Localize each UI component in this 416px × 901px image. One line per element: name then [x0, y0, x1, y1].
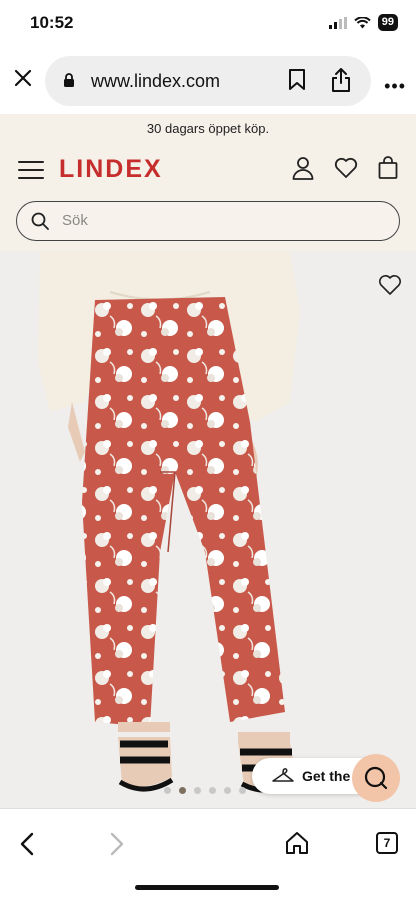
search-icon: [31, 212, 49, 230]
gallery-dot[interactable]: [239, 787, 246, 794]
wishlist-icon[interactable]: [334, 157, 358, 179]
status-time: 10:52: [30, 13, 74, 32]
promo-banner: 30 dagars öppet köp.: [0, 114, 416, 146]
home-icon[interactable]: [285, 831, 309, 855]
gallery-pagination: [164, 787, 246, 794]
browser-toolbar: www.lindex.com •••: [0, 48, 416, 114]
favorite-heart-icon[interactable]: [378, 274, 402, 296]
gallery-dot[interactable]: [224, 787, 231, 794]
url-text: www.lindex.com: [91, 71, 221, 91]
hanger-icon: [272, 768, 294, 782]
signal-icon: [328, 16, 347, 29]
chat-icon: [364, 766, 388, 790]
account-icon[interactable]: [292, 156, 314, 180]
lock-icon: [64, 73, 74, 87]
bag-icon[interactable]: [378, 156, 398, 180]
gallery-dot-active[interactable]: [179, 787, 186, 794]
wifi-icon: [354, 16, 371, 28]
search-input[interactable]: Sök: [16, 201, 400, 241]
address-bar[interactable]: www.lindex.com: [45, 56, 371, 106]
search-placeholder: Sök: [62, 212, 88, 229]
battery-indicator: 99: [377, 14, 398, 31]
status-icons: 99: [328, 14, 398, 31]
share-icon[interactable]: [331, 67, 351, 93]
site-header: LINDEX Sök: [0, 146, 416, 250]
menu-icon[interactable]: [18, 160, 44, 180]
get-the-look-label: Get the l: [302, 768, 359, 784]
more-options-icon[interactable]: •••: [384, 76, 406, 97]
back-icon[interactable]: [18, 831, 38, 857]
header-actions: [292, 156, 398, 180]
forward-icon[interactable]: [106, 831, 126, 857]
status-bar: 10:52 99: [0, 0, 416, 48]
product-photo: [0, 252, 416, 808]
tabs-count-button[interactable]: 7: [376, 832, 398, 854]
chat-button[interactable]: [352, 754, 400, 802]
close-icon[interactable]: [10, 65, 36, 91]
home-indicator: [135, 885, 279, 890]
gallery-dot[interactable]: [209, 787, 216, 794]
gallery-dot[interactable]: [194, 787, 201, 794]
brand-logo[interactable]: LINDEX: [59, 155, 163, 184]
gallery-dot[interactable]: [164, 787, 171, 794]
bookmark-icon[interactable]: [288, 69, 306, 91]
product-image[interactable]: Get the l: [0, 252, 416, 808]
